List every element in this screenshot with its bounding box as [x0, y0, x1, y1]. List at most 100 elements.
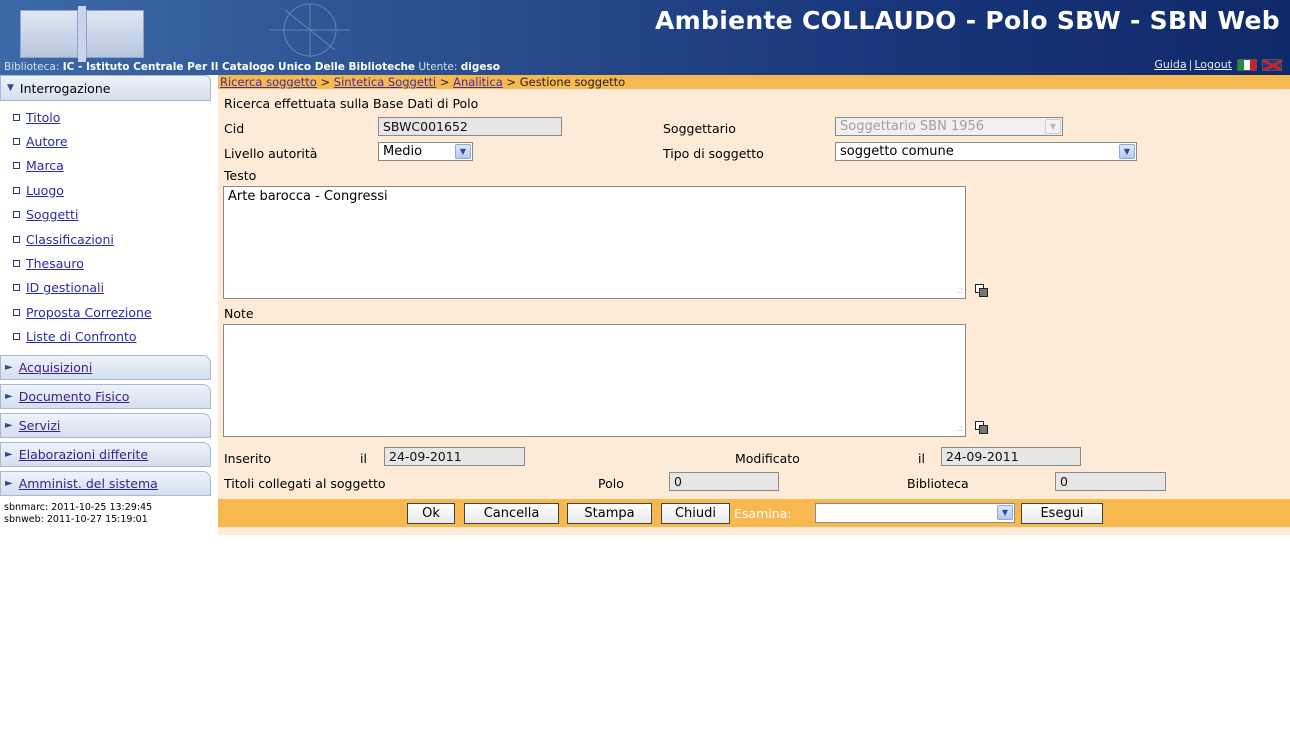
- stampa-button[interactable]: Stampa: [567, 503, 652, 524]
- link-documento-fisico[interactable]: Documento Fisico: [19, 389, 130, 404]
- book-logo: [14, 4, 154, 62]
- breadcrumb-separator: >: [436, 75, 454, 89]
- logout-link[interactable]: Logout: [1194, 58, 1232, 71]
- link-autore[interactable]: Autore: [26, 134, 68, 149]
- chiudi-button[interactable]: Chiudi: [661, 503, 730, 524]
- esamina-select[interactable]: ▼: [815, 503, 1015, 523]
- menu-amministrazione-sistema[interactable]: ► Amminist. del sistema: [0, 470, 211, 496]
- link-servizi[interactable]: Servizi: [19, 418, 61, 433]
- triangle-right-icon: ►: [5, 361, 13, 373]
- breadcrumb: Ricerca soggetto > Sintetica Soggetti > …: [218, 75, 1290, 89]
- action-toolbar: Ok Cancella Stampa Chiudi Esamina: ▼ Ese…: [218, 499, 1290, 527]
- biblioteca-label: Biblioteca: [907, 476, 969, 491]
- menu-interrogazione-label: Interrogazione: [19, 80, 111, 96]
- vitruvian-sketch-decoration: [270, 3, 350, 58]
- triangle-right-icon: ►: [5, 419, 13, 431]
- copy-icon[interactable]: [975, 421, 989, 435]
- link-marca[interactable]: Marca: [26, 158, 64, 173]
- utente-label: Utente:: [418, 61, 458, 73]
- sidebar-item-proposta-correzione: Proposta Correzione: [8, 300, 211, 324]
- sidebar-item-luogo: Luogo: [8, 178, 211, 202]
- bullet-icon: [13, 186, 20, 194]
- soggettario-select: Soggettario SBN 1956 ▼: [835, 117, 1063, 136]
- modificato-date-field[interactable]: 24-09-2011: [941, 447, 1081, 466]
- resize-grip-icon[interactable]: .:: [957, 287, 963, 296]
- biblioteca-name: - Istituto Centrale Per Il Catalogo Unic…: [74, 61, 416, 73]
- bullet-icon: [13, 211, 20, 219]
- livello-select[interactable]: Medio ▼: [378, 142, 473, 161]
- bullet-icon: [13, 113, 20, 121]
- testo-label: Testo: [224, 168, 257, 183]
- note-label: Note: [224, 306, 254, 321]
- menu-elaborazioni-differite[interactable]: ► Elaborazioni differite: [0, 441, 211, 467]
- esegui-button[interactable]: Esegui: [1021, 503, 1103, 524]
- bullet-icon: [13, 162, 20, 170]
- chevron-down-icon: ▼: [1119, 144, 1135, 159]
- timestamp-sbnmarc: sbnmarc: 2011-10-25 13:29:45: [4, 501, 153, 513]
- bullet-icon: [13, 308, 20, 316]
- link-amministrazione-sistema[interactable]: Amminist. del sistema: [19, 476, 158, 491]
- link-classificazioni[interactable]: Classificazioni: [26, 232, 114, 247]
- main-form: Ricerca soggetto > Sintetica Soggetti > …: [218, 75, 1290, 535]
- soggettario-label: Soggettario: [663, 121, 736, 136]
- bullet-icon: [13, 333, 20, 341]
- link-thesauro[interactable]: Thesauro: [26, 256, 84, 271]
- header-links: Guida | Logout: [1154, 58, 1282, 71]
- user-info: Biblioteca: IC - Istituto Centrale Per I…: [4, 61, 500, 73]
- soggettario-value: Soggettario SBN 1956: [840, 119, 985, 134]
- menu-interrogazione[interactable]: ▼ Interrogazione: [0, 75, 211, 101]
- tipo-soggetto-select[interactable]: soggetto comune ▼: [835, 142, 1137, 161]
- polo-label: Polo: [598, 476, 624, 491]
- header-banner: Ambiente COLLAUDO - Polo SBW - SBN Web B…: [0, 0, 1290, 75]
- triangle-right-icon: ►: [5, 448, 13, 460]
- ok-button[interactable]: Ok: [407, 503, 455, 524]
- cancella-button[interactable]: Cancella: [464, 503, 559, 524]
- breadcrumb-analitica[interactable]: Analitica: [453, 75, 503, 89]
- chevron-down-icon: ▼: [455, 144, 471, 159]
- menu-servizi[interactable]: ► Servizi: [0, 412, 211, 438]
- modificato-il-label: il: [918, 451, 925, 466]
- cid-label: Cid: [224, 121, 245, 136]
- biblioteca-label: Biblioteca:: [4, 61, 60, 73]
- sidebar: ▼ Interrogazione Titolo Autore Marca Luo…: [0, 75, 211, 526]
- inserito-date-field[interactable]: 24-09-2011: [384, 447, 525, 466]
- biblioteca-count-field[interactable]: 0: [1055, 472, 1166, 491]
- testo-value: Arte barocca - Congressi: [228, 189, 388, 204]
- utente-value: digeso: [460, 61, 500, 73]
- italian-flag-icon[interactable]: [1237, 58, 1257, 71]
- app-window: Ambiente COLLAUDO - Polo SBW - SBN Web B…: [0, 0, 1290, 749]
- inserito-label: Inserito: [224, 451, 271, 466]
- link-liste-di-confronto[interactable]: Liste di Confronto: [26, 329, 137, 344]
- breadcrumb-ricerca-soggetto[interactable]: Ricerca soggetto: [220, 75, 317, 89]
- chevron-down-icon: ▼: [997, 505, 1013, 520]
- sidebar-item-titolo: Titolo: [8, 105, 211, 129]
- link-luogo[interactable]: Luogo: [26, 183, 64, 198]
- sidebar-item-liste-di-confronto: Liste di Confronto: [8, 325, 211, 349]
- uk-flag-icon[interactable]: [1262, 58, 1282, 71]
- menu-acquisizioni[interactable]: ► Acquisizioni: [0, 354, 211, 380]
- sidebar-item-soggetti: Soggetti: [8, 203, 211, 227]
- copy-icon[interactable]: [975, 284, 989, 298]
- cid-field[interactable]: SBWC001652: [378, 117, 562, 136]
- titoli-collegati-label: Titoli collegati al soggetto: [224, 476, 386, 491]
- link-titolo[interactable]: Titolo: [26, 110, 60, 125]
- link-proposta-correzione[interactable]: Proposta Correzione: [26, 305, 152, 320]
- interrogazione-items: Titolo Autore Marca Luogo Soggetti Class…: [0, 101, 211, 351]
- testo-textarea[interactable]: Arte barocca - Congressi .:: [223, 186, 966, 299]
- breadcrumb-sintetica-soggetti[interactable]: Sintetica Soggetti: [334, 75, 436, 89]
- link-id-gestionali[interactable]: ID gestionali: [26, 280, 104, 295]
- resize-grip-icon[interactable]: .:: [957, 425, 963, 434]
- polo-count-field[interactable]: 0: [669, 472, 779, 491]
- link-elaborazioni-differite[interactable]: Elaborazioni differite: [19, 447, 148, 462]
- note-textarea[interactable]: .:: [223, 324, 966, 437]
- bullet-icon: [13, 284, 20, 292]
- livello-label: Livello autorità: [224, 146, 318, 161]
- link-soggetti[interactable]: Soggetti: [26, 207, 78, 222]
- timestamp-sbnweb: sbnweb: 2011-10-27 15:19:01: [4, 513, 148, 525]
- guida-link[interactable]: Guida: [1154, 58, 1186, 71]
- breadcrumb-current: Gestione soggetto: [519, 75, 626, 89]
- menu-documento-fisico[interactable]: ► Documento Fisico: [0, 383, 211, 409]
- triangle-right-icon: ►: [5, 477, 13, 489]
- tipo-soggetto-value: soggetto comune: [840, 144, 954, 159]
- link-acquisizioni[interactable]: Acquisizioni: [19, 360, 93, 375]
